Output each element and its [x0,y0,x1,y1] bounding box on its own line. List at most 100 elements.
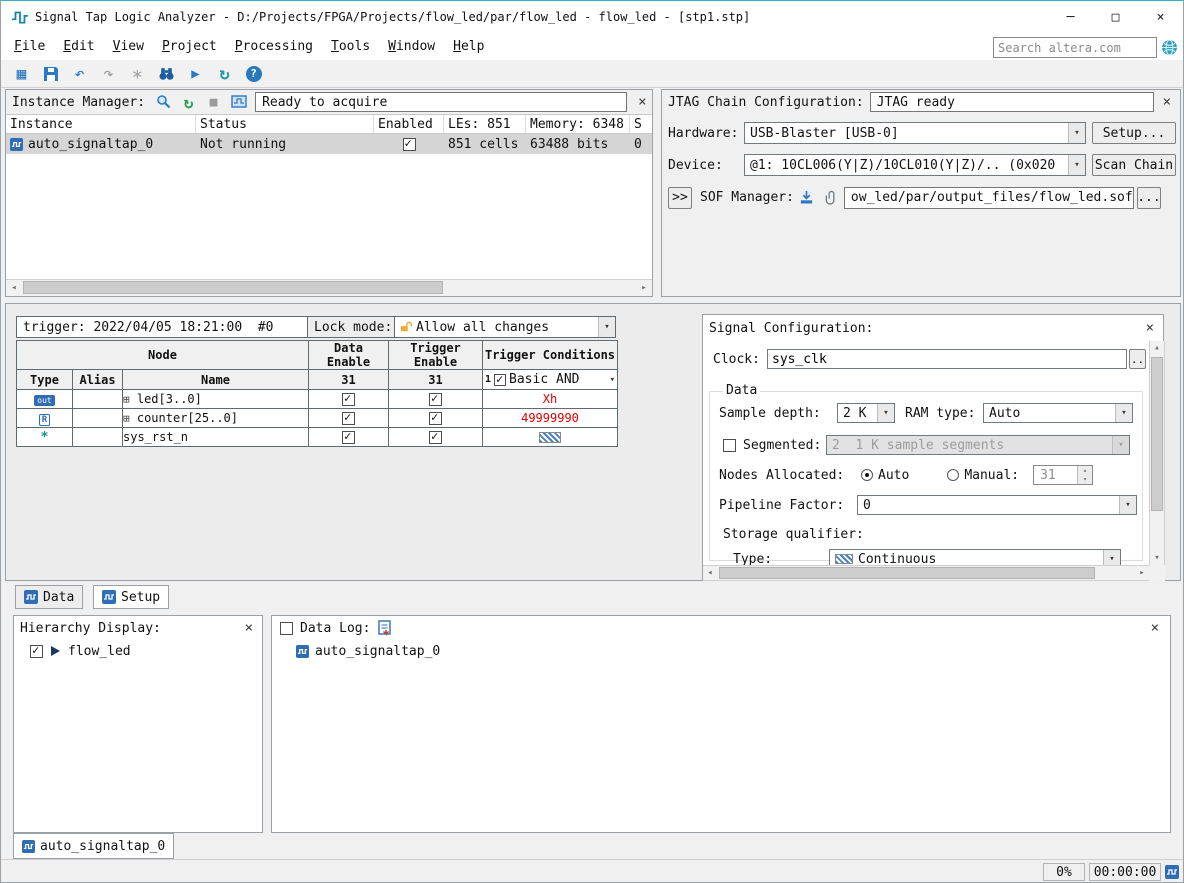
rerun-icon[interactable]: ↻ [212,62,237,85]
signal-config-hscrollbar[interactable]: ◂ ▸ [703,565,1149,581]
attach-sof-icon[interactable] [819,186,844,209]
menu-edit[interactable]: Edit [54,35,103,58]
instance-enabled-checkbox[interactable] [402,136,416,151]
sof-path-field[interactable]: ow_led/par/output_files/flow_led.sof [843,186,1134,209]
table-row[interactable]: * sys_rst_n [16,427,618,447]
tab-setup[interactable]: Setup [93,585,170,609]
scroll-down-icon[interactable]: ▾ [1150,551,1164,565]
table-row[interactable]: R ⊞ counter[25..0] 49999990 [16,408,618,428]
col-les[interactable]: LEs: 851 [444,115,526,133]
sample-depth-dropdown[interactable]: 2 K ▾ [837,403,895,423]
col-small[interactable]: S [630,115,652,133]
node-name[interactable]: led[3..0] [137,392,202,406]
find-icon[interactable] [154,62,179,85]
data-log-icon[interactable] [377,620,393,636]
trigger-enable-header[interactable]: Trigger Enable [388,340,483,370]
data-log-checkbox[interactable] [280,621,293,635]
scroll-thumb[interactable] [719,567,1095,579]
hierarchy-checkbox[interactable] [30,643,43,658]
data-enable-checkbox[interactable] [342,391,355,406]
settings-icon[interactable]: ∗ [125,62,150,85]
menu-project[interactable]: Project [153,35,226,58]
manual-radio[interactable] [947,469,960,481]
setup-button[interactable]: Setup... [1092,122,1176,144]
close-icon[interactable]: × [635,95,649,109]
trigger-conditions-header[interactable]: Trigger Conditions [482,340,618,370]
segmented-checkbox[interactable] [723,438,736,452]
condition-enable-checkbox[interactable] [494,372,507,386]
close-icon[interactable]: × [1143,321,1157,335]
data-log-item[interactable]: auto_signaltap_0 [272,640,1170,662]
scroll-right-icon[interactable]: ▸ [636,280,652,295]
scroll-left-icon[interactable]: ◂ [6,280,22,295]
run-analysis-icon[interactable] [151,91,176,114]
data-enable-checkbox[interactable] [342,410,355,425]
scroll-thumb[interactable] [23,281,443,294]
alias-cell[interactable] [72,389,123,409]
scan-chain-button[interactable]: Scan Chain [1092,154,1176,176]
trigger-condition-pattern[interactable] [482,427,618,447]
alias-cell[interactable] [72,408,123,428]
bottom-instance-tab[interactable]: auto_signaltap_0 [13,833,175,859]
expand-icon[interactable]: ⊞ [123,412,130,425]
close-icon[interactable]: × [1148,621,1162,635]
menu-file[interactable]: File [5,35,54,58]
hardware-dropdown[interactable]: USB-Blaster [USB-0] ▾ [744,122,1086,144]
new-table-icon[interactable]: ▦ [9,62,34,85]
undo-icon[interactable]: ↶ [67,62,92,85]
scroll-thumb[interactable] [1151,357,1163,511]
instance-row[interactable]: auto_signaltap_0 Not running 851 cells 6… [6,134,652,154]
manual-spinner[interactable]: 31 ▴ ▾ [1033,465,1094,485]
autorun-icon[interactable]: ↻ [176,91,201,114]
maximize-button[interactable]: □ [1093,1,1138,33]
pipeline-factor-dropdown[interactable]: 0 ▾ [857,495,1137,515]
hierarchy-item[interactable]: flow_led [14,640,262,662]
scroll-left-icon[interactable]: ◂ [703,566,717,580]
trigger-condition-value[interactable]: Xh [482,389,618,409]
search-input[interactable] [998,40,1152,55]
close-icon[interactable]: × [1160,95,1174,109]
col-instance[interactable]: Instance [6,115,196,133]
search-box[interactable] [993,37,1157,58]
ram-type-dropdown[interactable]: Auto ▾ [983,403,1133,423]
scroll-right-icon[interactable]: ▸ [1135,566,1149,580]
scroll-up-icon[interactable]: ▴ [1150,341,1164,355]
trigger-enable-checkbox[interactable] [429,410,442,425]
table-row[interactable]: out ⊞ led[3..0] Xh [16,389,618,409]
menu-help[interactable]: Help [444,35,493,58]
col-enabled[interactable]: Enabled [374,115,444,133]
expand-icon[interactable]: ⊞ [123,393,130,406]
program-device-icon[interactable] [794,186,819,209]
trigger-enable-checkbox[interactable] [429,429,442,444]
expand-button[interactable]: >> [668,186,692,209]
minimize-button[interactable]: ─ [1048,1,1093,33]
menu-processing[interactable]: Processing [226,35,322,58]
chevron-down-icon[interactable]: ▾ [610,375,615,385]
help-icon[interactable]: ? [241,62,266,85]
trigger-condition-value[interactable]: 49999990 [482,408,618,428]
instance-hscrollbar[interactable]: ◂ ▸ [6,279,652,296]
save-icon[interactable] [38,62,63,85]
menu-window[interactable]: Window [379,35,444,58]
menu-tools[interactable]: Tools [322,35,379,58]
trigger-enable-checkbox[interactable] [429,391,442,406]
clock-input[interactable] [767,349,1127,369]
node-name[interactable]: counter[25..0] [137,411,238,425]
device-dropdown[interactable]: @1: 10CL006(Y|Z)/10CL010(Y|Z)/.. (0x020 … [744,154,1086,176]
data-enable-checkbox[interactable] [342,429,355,444]
signal-config-vscrollbar[interactable]: ▴ ▾ [1149,341,1165,565]
globe-icon[interactable] [1161,39,1178,56]
menu-view[interactable]: View [104,35,153,58]
close-icon[interactable]: × [242,621,256,635]
node-name[interactable]: sys_rst_n [123,430,188,444]
run-analysis-icon[interactable]: ▶ [183,62,208,85]
clock-browse-button[interactable]: .. [1129,349,1146,369]
close-button[interactable]: × [1138,1,1183,33]
spin-down-icon[interactable]: ▾ [1077,475,1093,484]
redo-icon[interactable]: ↷ [96,62,121,85]
alias-cell[interactable] [72,427,123,447]
tab-data[interactable]: Data [15,585,84,609]
sof-browse-button[interactable]: ... [1136,186,1161,209]
spin-up-icon[interactable]: ▴ [1077,466,1093,475]
condition-mode[interactable]: Basic AND [509,372,579,387]
